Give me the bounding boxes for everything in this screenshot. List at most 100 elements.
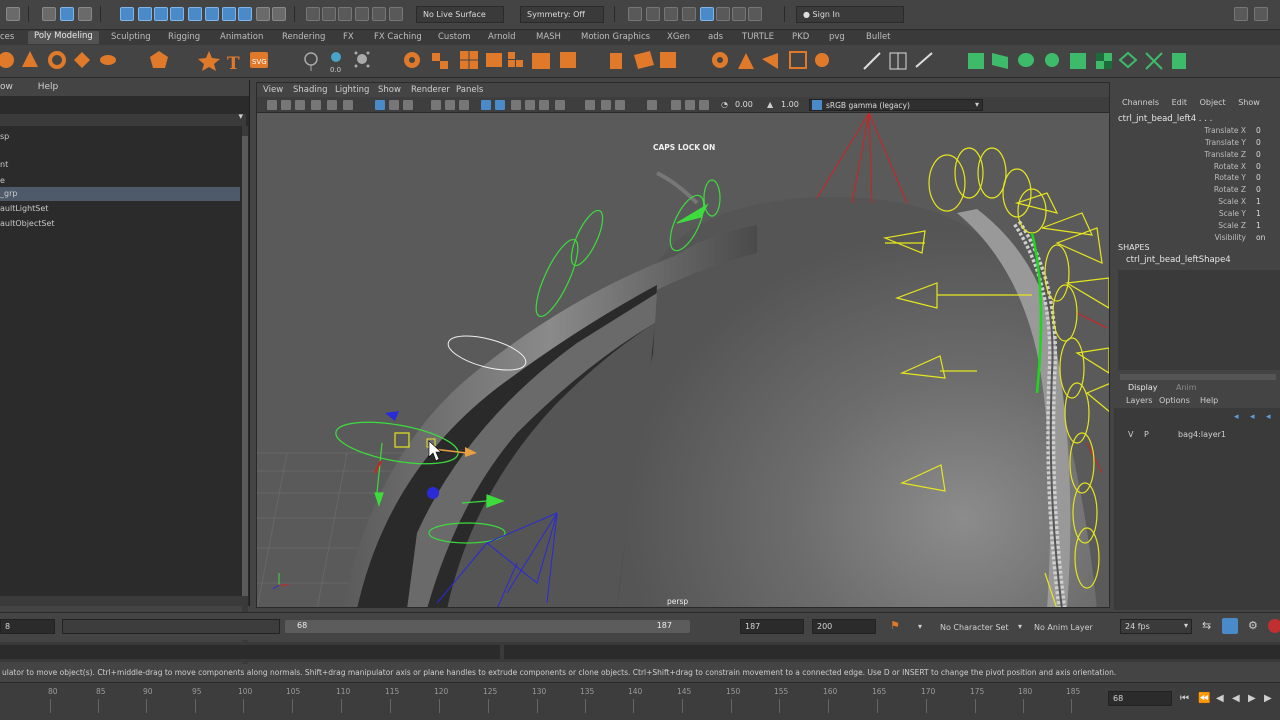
image-plane-icon[interactable] <box>311 100 321 110</box>
mash-distribute-icon[interactable]: 0.0 <box>330 52 341 74</box>
channel-row[interactable]: Scale X 1 <box>1114 197 1280 208</box>
sign-in-dropdown[interactable]: ● Sign In <box>796 6 904 23</box>
xray-icon[interactable] <box>685 100 695 110</box>
append-icon[interactable] <box>660 52 676 68</box>
reduce-icon[interactable] <box>486 53 502 67</box>
play-backwards-icon[interactable]: ◀ <box>1232 693 1243 704</box>
mash-icon[interactable] <box>304 52 318 71</box>
tab-ces[interactable]: ces <box>0 32 14 42</box>
select-camera-icon[interactable] <box>267 100 277 110</box>
outliner-scrollbar[interactable] <box>242 126 248 670</box>
select-by-joint-icon[interactable] <box>138 7 152 21</box>
time-slider[interactable]: 80 85 90 95 100 105 110 115 120 125 130 … <box>0 682 1280 720</box>
channel-value[interactable]: 0 <box>1256 138 1261 147</box>
separate-icon[interactable] <box>432 53 448 69</box>
anim-layer-dropdown[interactable]: No Anim Layer <box>1034 623 1093 632</box>
tab-arnold[interactable]: Arnold <box>488 32 516 42</box>
color-space-dropdown[interactable]: sRGB gamma (legacy) ▾ <box>809 99 983 111</box>
lock-icon[interactable] <box>256 7 270 21</box>
layer-menu-options[interactable]: Options <box>1159 396 1190 405</box>
auto-key-icon[interactable]: ⚑ <box>890 619 900 632</box>
outliner-item-selected[interactable]: _grp <box>0 187 240 201</box>
channel-row[interactable]: Scale Y 1 <box>1114 209 1280 220</box>
gamma-value[interactable]: 1.00 <box>781 100 799 109</box>
cylindrical-map-icon[interactable] <box>1018 53 1034 67</box>
layer-menu-help[interactable]: Help <box>1200 396 1218 405</box>
hypershade-icon[interactable] <box>700 7 714 21</box>
light-editor-icon[interactable] <box>732 7 746 21</box>
channel-value[interactable]: 1 <box>1256 221 1261 230</box>
select-by-deform-icon[interactable] <box>188 7 202 21</box>
tab-ads[interactable]: ads <box>708 32 723 42</box>
delete-edge-icon[interactable] <box>815 53 829 67</box>
render-settings-icon[interactable] <box>682 7 696 21</box>
field-chart-icon[interactable] <box>445 100 455 110</box>
two-d-pan-icon[interactable] <box>327 100 337 110</box>
planar-map-icon[interactable] <box>992 53 1008 69</box>
auto-map-icon[interactable] <box>1070 53 1086 69</box>
smooth-shade-icon[interactable] <box>495 100 505 110</box>
checker-icon[interactable] <box>1096 53 1112 69</box>
chevron-down-icon[interactable]: ▾ <box>238 112 243 122</box>
poly-sphere-icon[interactable] <box>0 52 14 68</box>
uv-editor-icon[interactable] <box>968 53 984 69</box>
menu-set-icon[interactable] <box>6 7 20 21</box>
workspace-icon[interactable] <box>1234 7 1248 21</box>
channel-menu-object[interactable]: Object <box>1200 98 1226 107</box>
unfold-icon[interactable] <box>1118 51 1138 69</box>
viewport-scene[interactable] <box>257 113 1110 608</box>
tab-anim[interactable]: Anim <box>1176 383 1197 392</box>
character-set-dropdown[interactable]: No Character Set <box>940 623 1009 632</box>
outliner-menu-help[interactable]: Help <box>38 82 59 92</box>
channel-row[interactable]: Translate Y 0 <box>1114 138 1280 149</box>
highlight-icon[interactable] <box>272 7 286 21</box>
pause-viewport-icon[interactable] <box>748 7 762 21</box>
range-slider[interactable]: 68 187 <box>285 620 690 633</box>
select-component-icon[interactable] <box>78 7 92 21</box>
outliner-item[interactable]: aultLightSet <box>0 202 240 216</box>
tab-fx-caching[interactable]: FX Caching <box>374 32 422 42</box>
tab-display[interactable]: Display <box>1128 383 1158 392</box>
svg-icon[interactable]: SVG <box>250 52 268 68</box>
animation-end-field[interactable]: 200 <box>812 619 876 634</box>
use-lights-icon[interactable] <box>539 100 549 110</box>
step-forward-frame-icon[interactable]: ▶ <box>1264 693 1275 704</box>
grease-pencil-icon[interactable] <box>343 100 353 110</box>
wireframe-icon[interactable] <box>481 100 491 110</box>
snap-grid-icon[interactable] <box>306 7 320 21</box>
anti-aliasing-icon[interactable] <box>615 100 625 110</box>
select-by-render-icon[interactable] <box>222 7 236 21</box>
tab-animation[interactable]: Animation <box>220 32 263 42</box>
layer-visibility-toggle[interactable]: V <box>1128 430 1133 439</box>
channel-row[interactable]: Scale Z 1 <box>1114 221 1280 232</box>
outliner-horizontal-scrollbar[interactable] <box>0 596 246 606</box>
toggle-panel-icon[interactable] <box>1254 7 1268 21</box>
camera-attributes-icon[interactable] <box>281 100 291 110</box>
viewport-menu-lighting[interactable]: Lighting <box>335 85 369 95</box>
symmetry-dropdown[interactable]: Symmetry: Off <box>520 6 604 23</box>
select-by-dynamic-icon[interactable] <box>205 7 219 21</box>
new-layer-icon[interactable]: ◂ <box>1234 412 1239 422</box>
viewport-menu-shading[interactable]: Shading <box>293 85 328 95</box>
channel-row[interactable]: Translate Z 0 <box>1114 150 1280 161</box>
gate-mask-icon[interactable] <box>431 100 441 110</box>
snap-curve-icon[interactable] <box>322 7 336 21</box>
film-gate-icon[interactable] <box>389 100 399 110</box>
channel-value[interactable]: on <box>1256 233 1265 242</box>
platonic-icon[interactable] <box>150 51 168 68</box>
viewport-menu-panels[interactable]: Panels <box>456 85 483 95</box>
viewport-menu-renderer[interactable]: Renderer <box>411 85 450 95</box>
preferences-icon[interactable]: ⚙ <box>1248 619 1258 632</box>
shape-name[interactable]: ctrl_jnt_bead_leftShape4 <box>1126 255 1231 265</box>
tab-sculpting[interactable]: Sculpting <box>111 32 151 42</box>
channel-row[interactable]: Rotate Z 0 <box>1114 185 1280 196</box>
bevel-icon[interactable] <box>634 51 654 69</box>
snap-point-icon[interactable] <box>338 7 352 21</box>
fps-dropdown[interactable]: 24 fps ▾ <box>1120 619 1192 634</box>
poly-cone-icon[interactable] <box>22 51 38 67</box>
channel-value[interactable]: 0 <box>1256 162 1261 171</box>
layer-playback-toggle[interactable]: P <box>1144 430 1149 439</box>
layer-menu-layers[interactable]: Layers <box>1126 396 1152 405</box>
render-view-icon[interactable] <box>628 7 642 21</box>
time-slider-track[interactable]: 80 85 90 95 100 105 110 115 120 125 130 … <box>0 683 1105 720</box>
